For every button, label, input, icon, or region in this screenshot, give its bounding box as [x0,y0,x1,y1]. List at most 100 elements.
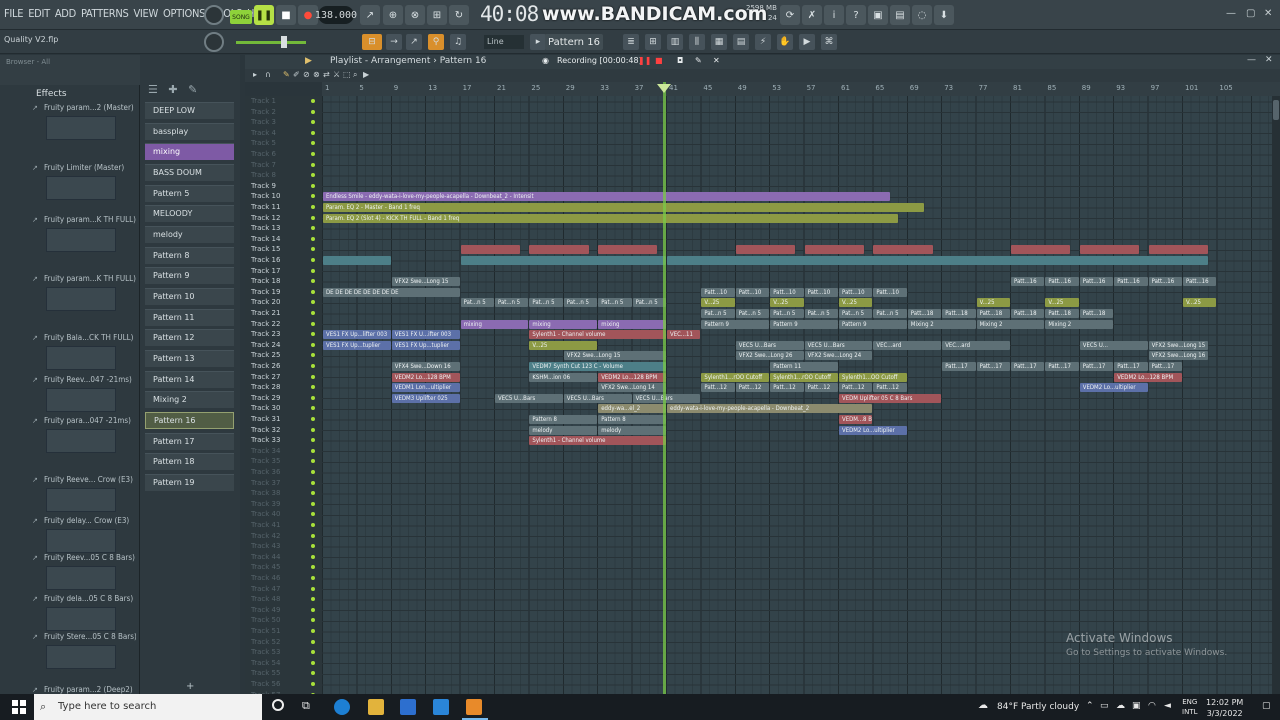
pattern-item[interactable]: Pattern 19 [145,474,234,491]
plugin-entry[interactable]: ↗ Fruity param...2 (Master) [30,103,138,145]
track-led-icon[interactable] [311,268,315,273]
playlist-clip[interactable]: mixing [598,319,666,329]
track-led-icon[interactable] [311,173,315,178]
track-led-icon[interactable] [311,120,315,125]
playlist-clip[interactable]: mixing [529,319,598,329]
track-led-icon[interactable] [311,438,315,443]
playlist-clip[interactable]: Patt...12 [701,383,735,393]
plugin-entry[interactable]: ↗ Fruity delay... Crow (E3) [30,516,138,558]
track-name[interactable]: Track 30 [251,404,280,412]
track-led-icon[interactable] [311,353,315,358]
track-led-icon[interactable] [311,639,315,644]
playlist-clip[interactable]: Pat...n 5 [563,298,598,308]
track-name[interactable]: Track 5 [251,139,276,147]
notifications-icon[interactable]: ▢ [1262,701,1271,711]
playlist-clip[interactable]: Patt...10 [804,287,838,297]
playlist-clip[interactable]: VEDM7 Synth Cut 123 C - Volume [529,362,666,371]
playlist-clip[interactable]: DE DE DE DE DE DE DE DE [323,287,460,297]
track-led-icon[interactable] [311,480,315,485]
loop-record-button[interactable]: ↻ [449,5,469,25]
track-led-icon[interactable] [311,597,315,602]
plugin-entry[interactable]: ↗ Fruity param...K TH FULL) [30,215,138,257]
screen-icon[interactable]: ▣ [1132,701,1141,711]
track-name[interactable]: Track 33 [251,436,280,444]
plugin-entry[interactable]: ↗ Fruity Stere...05 C 8 Bars) [30,632,138,674]
effects-folder[interactable]: Effects [36,89,67,99]
track-led-icon[interactable] [311,650,315,655]
tempo-display[interactable]: 138.000 [315,6,357,24]
magnet-icon[interactable]: ∩ [265,70,271,79]
plugin-entry[interactable]: ↗ Fruity Reev...05 C 8 Bars) [30,553,138,595]
playlist-clip[interactable]: Pat...n 5 [598,298,632,308]
save-button[interactable]: ▣ [868,5,888,25]
plugin-entry[interactable]: ↗ Fruity Limiter (Master) [30,163,138,205]
playlist-clip[interactable]: Patt...10 [839,287,873,297]
track-name[interactable]: Track 31 [251,415,280,423]
vertical-scrollbar[interactable] [1272,96,1280,695]
playlist-clip[interactable] [735,245,795,255]
draw-tool-icon[interactable]: ✎ [283,70,290,79]
snap-select[interactable]: Line [484,35,524,49]
playlist-clip[interactable]: VFX2 Swe...Long 26 [735,351,804,361]
track-name[interactable]: Track 6 [251,150,276,158]
playlist-clip[interactable]: Pat...n 5 [873,309,907,318]
menu-file[interactable]: FILE [4,7,23,20]
playlist-clip[interactable]: Patt...17 [942,362,976,371]
track-name[interactable]: Track 35 [251,457,280,465]
track-name[interactable]: Track 22 [251,320,280,328]
track-name[interactable]: Track 47 [251,585,280,593]
playlist-clip[interactable]: V...25 [1183,298,1217,308]
track-name[interactable]: Track 50 [251,616,280,624]
track-name[interactable]: Track 1 [251,97,276,105]
playlist-button[interactable]: ≣ [623,34,639,50]
playlist-clip[interactable]: Pat...n 5 [701,309,735,318]
playlist-clip[interactable]: Sylenth1...rOO Cutoff [701,372,770,382]
plugin-entry[interactable]: ↗ Fruity dela...05 C 8 Bars) [30,594,138,636]
playlist-clip[interactable] [1079,245,1139,255]
playlist-clip[interactable]: Pat...n 5 [632,298,666,308]
track-name[interactable]: Track 28 [251,383,280,391]
store-icon[interactable] [400,699,416,715]
track-name[interactable]: Track 39 [251,500,280,508]
plugin-db-button[interactable]: ▤ [733,34,749,50]
sync-button[interactable]: ⟳ [780,5,800,25]
playlist-clip[interactable]: Patt...10 [735,287,770,297]
track-name[interactable]: Track 42 [251,532,280,540]
playlist-clip[interactable] [529,245,589,255]
cortana-icon[interactable] [272,699,284,711]
playlist-clip[interactable]: Pattern 9 [839,319,907,329]
master-volume-slider[interactable] [236,41,306,44]
track-name[interactable]: Track 18 [251,277,280,285]
track-led-icon[interactable] [311,364,315,368]
playlist-clip[interactable]: VEDM...8 BPM [839,415,873,424]
track-led-icon[interactable] [311,205,315,209]
help-button[interactable]: ? [846,5,866,25]
add-pattern-icon[interactable]: + [186,681,194,692]
playback-tool-icon[interactable]: ▶ [363,70,369,79]
playlist-clip[interactable]: Patt...10 [770,287,804,297]
playlist-clip[interactable]: VFX2 Swe...Long 15 [563,351,666,361]
playlist-clip[interactable]: Pat...n 5 [735,309,770,318]
track-led-icon[interactable] [311,533,315,538]
pattern-item[interactable]: Pattern 13 [145,350,234,367]
playlist-clip[interactable]: V...25 [529,340,598,350]
pattern-item[interactable]: Pattern 9 [145,267,234,284]
playlist-clip[interactable]: Patt...10 [701,287,735,297]
track-led-icon[interactable] [311,544,315,549]
playlist-clip[interactable]: VEC5 U...Bars [495,393,563,403]
pause-rec-icon[interactable]: ❚❚ [638,56,651,65]
playlist-close-icon[interactable]: ✕ [1265,55,1273,65]
volume-icon[interactable]: ◄ [1164,701,1171,711]
playlist-clip[interactable]: VEC5 U...Bars [632,393,701,403]
weather-text[interactable]: 84°F Partly cloudy [997,702,1079,712]
playlist-clip[interactable]: VEC...ard [873,340,942,350]
track-name[interactable]: Track 44 [251,553,280,561]
track-led-icon[interactable] [311,332,315,337]
taskbar-clock[interactable]: 12:02 PM 3/3/2022 [1206,697,1243,719]
track-name[interactable]: Track 21 [251,309,280,317]
track-name[interactable]: Track 34 [251,447,280,455]
playlist-clip[interactable]: Patt...16 [1114,277,1148,287]
input-language[interactable]: ENG INTL [1182,697,1197,717]
pattern-item[interactable]: Pattern 16 [145,412,234,429]
pattern-item[interactable]: Pattern 14 [145,371,234,388]
